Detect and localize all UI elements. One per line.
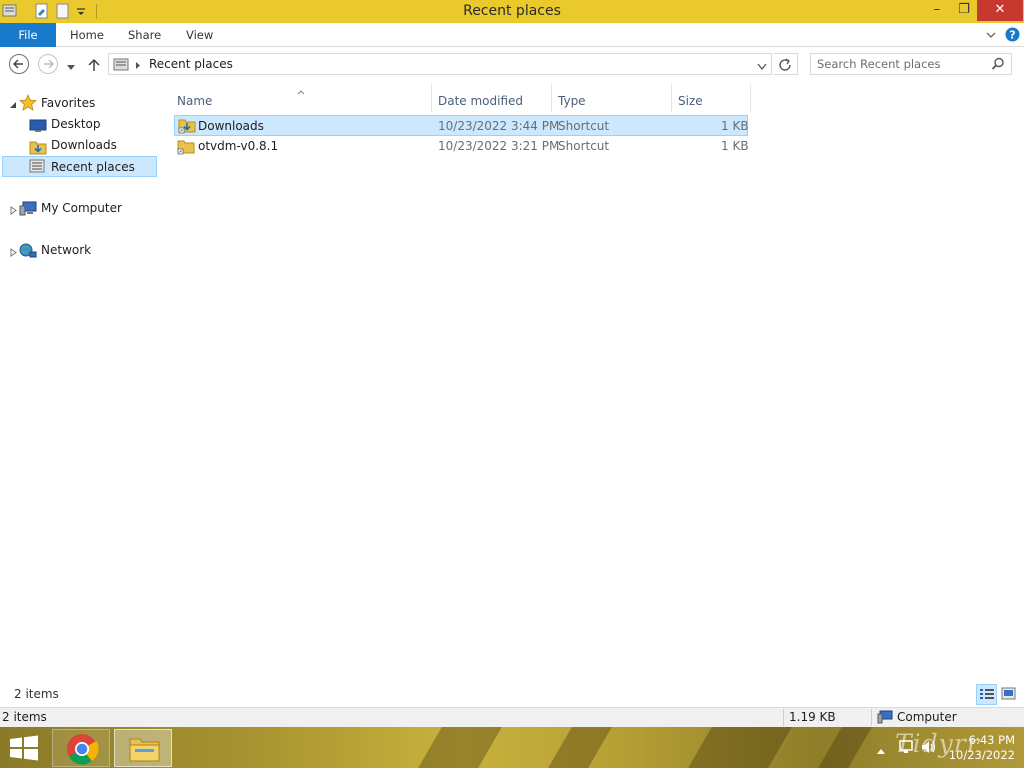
breadcrumb[interactable]: Recent places (149, 57, 233, 71)
taskbar-chrome-button[interactable] (52, 729, 110, 767)
wallpaper-shape (688, 727, 792, 768)
view-switcher (976, 684, 1020, 706)
chrome-icon (67, 734, 99, 765)
column-header-type[interactable]: Type (558, 88, 586, 114)
sort-ascending-icon (297, 84, 305, 98)
column-divider[interactable] (671, 84, 672, 112)
tree-item-desktop-label: Desktop (51, 117, 101, 131)
search-box[interactable] (810, 53, 1012, 75)
tab-home[interactable]: Home (70, 23, 104, 47)
tree-network-label: Network (41, 243, 92, 257)
details-view-button[interactable] (976, 684, 997, 705)
tree-item-downloads-label: Downloads (51, 138, 117, 152)
navigation-pane: Favorites Desktop Downloads Recent place… (0, 84, 158, 680)
taskbar-explorer-button[interactable] (114, 729, 172, 767)
breadcrumb-chevron-icon[interactable] (135, 59, 141, 73)
tree-favorites-label: Favorites (41, 96, 96, 110)
recent-places-icon (29, 158, 47, 177)
title-bar: Recent places – ❐ ✕ (0, 0, 1024, 23)
address-bar[interactable]: Recent places (108, 53, 772, 75)
expand-network-icon[interactable] (10, 246, 17, 260)
file-date: 10/23/2022 3:21 PM (438, 139, 560, 153)
expand-computer-icon[interactable] (10, 204, 17, 218)
item-count: 2 items (14, 687, 59, 701)
desktop-icon (29, 118, 47, 137)
column-header-date[interactable]: Date modified (438, 88, 523, 114)
details-item-count: 2 items (2, 710, 47, 724)
column-divider[interactable] (551, 84, 552, 112)
minimize-button[interactable]: – (923, 0, 951, 21)
up-button[interactable] (87, 57, 101, 76)
address-dropdown-icon[interactable] (757, 60, 767, 74)
downloads-shortcut-icon (178, 117, 196, 137)
folder-shortcut-icon (177, 138, 195, 158)
column-header-size[interactable]: Size (678, 88, 703, 114)
restore-button[interactable]: ❐ (951, 0, 977, 21)
recent-locations-dropdown[interactable] (66, 61, 76, 75)
file-type: Shortcut (558, 119, 610, 133)
details-bar: 2 items 1.19 KB Computer (0, 707, 1024, 727)
star-icon (19, 94, 37, 114)
file-type: Shortcut (558, 139, 610, 153)
wallpaper-shape (418, 727, 502, 768)
volume-icon[interactable] (920, 739, 938, 758)
file-date: 10/23/2022 3:44 PM (438, 119, 560, 133)
file-explorer-icon (129, 738, 160, 762)
recent-places-icon (113, 56, 131, 75)
tree-item-desktop[interactable]: Desktop (51, 114, 151, 134)
clock-date: 10/23/2022 (948, 748, 1015, 762)
table-row[interactable]: Downloads 10/23/2022 3:44 PM Shortcut 1 … (174, 115, 749, 137)
network-icon (19, 243, 37, 262)
clock-time: 6:43 PM (968, 733, 1015, 747)
file-size: 1 KB (721, 139, 749, 153)
window-title: Recent places (463, 3, 561, 19)
refresh-button[interactable] (774, 53, 798, 75)
back-button[interactable] (9, 54, 29, 74)
file-name: otvdm-v0.8.1 (198, 139, 279, 153)
search-input[interactable] (817, 56, 987, 72)
search-icon[interactable] (991, 57, 1005, 74)
help-icon[interactable]: ? (1005, 27, 1020, 45)
tree-my-computer[interactable]: My Computer (41, 198, 151, 218)
file-list: Name Date modified Type Size Downloads 1… (160, 84, 1024, 680)
show-hidden-icons-icon[interactable] (876, 744, 886, 758)
file-size: 1 KB (721, 119, 749, 133)
status-bar: 2 items (0, 684, 1024, 706)
start-button[interactable] (8, 735, 40, 761)
tree-my-computer-label: My Computer (41, 201, 122, 215)
taskbar: Tidyrr 6:43 PM 10/23/2022 (0, 727, 1024, 768)
tree-item-recent-places-label: Recent places (51, 160, 135, 174)
computer-icon (19, 201, 37, 220)
file-name: Downloads (198, 119, 264, 133)
divider (783, 709, 784, 726)
tree-network[interactable]: Network (41, 240, 151, 260)
close-button[interactable]: ✕ (977, 0, 1023, 21)
table-row[interactable]: otvdm-v0.8.1 10/23/2022 3:21 PM Shortcut… (174, 136, 749, 158)
navigation-bar: Recent places (0, 48, 1024, 82)
large-icons-view-button[interactable] (999, 684, 1020, 705)
tree-item-downloads[interactable]: Downloads (51, 135, 151, 155)
tab-file[interactable]: File (0, 23, 56, 47)
divider (871, 709, 872, 726)
forward-button[interactable] (38, 54, 58, 74)
network-tray-icon[interactable] (898, 739, 914, 758)
tab-view[interactable]: View (186, 23, 213, 47)
details-size: 1.19 KB (789, 710, 836, 724)
clock[interactable]: 6:43 PM 10/23/2022 (945, 733, 1015, 763)
column-divider[interactable] (750, 84, 751, 112)
collapse-favorites-icon[interactable] (9, 98, 17, 112)
ribbon-tabs: File Home Share View ? (0, 23, 1024, 47)
tab-share[interactable]: Share (128, 23, 161, 47)
tree-item-recent-places[interactable]: Recent places (2, 156, 157, 177)
column-header-name[interactable]: Name (177, 88, 212, 114)
svg-text:?: ? (1009, 29, 1015, 42)
wallpaper-shape (548, 727, 612, 768)
computer-zone-icon (877, 710, 893, 727)
details-location: Computer (897, 710, 957, 724)
column-divider[interactable] (431, 84, 432, 112)
expand-ribbon-icon[interactable] (985, 29, 997, 44)
tree-favorites[interactable]: Favorites (41, 93, 151, 113)
wallpaper-shape (818, 727, 872, 768)
